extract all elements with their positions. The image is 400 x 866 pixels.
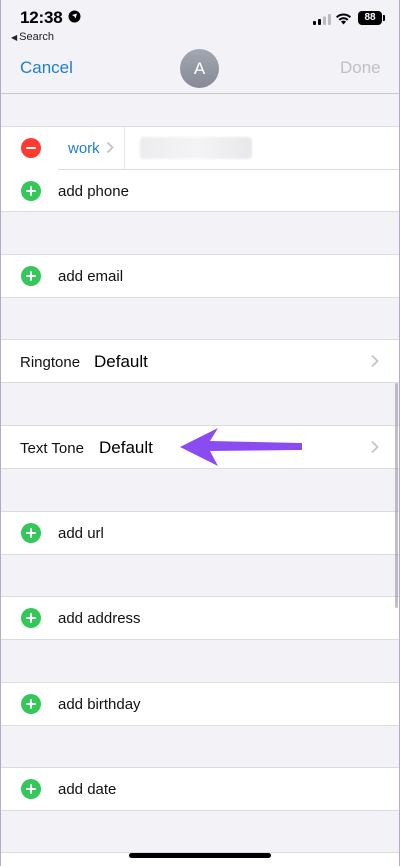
cellular-signal-icon — [313, 14, 331, 25]
ringtone-value: Default — [94, 352, 148, 371]
annotation-arrow-icon — [180, 428, 302, 466]
add-email-row[interactable]: add email — [0, 254, 400, 298]
scroll-indicator[interactable] — [395, 383, 398, 608]
done-button[interactable]: Done — [340, 58, 381, 78]
ringtone-row[interactable]: Ringtone Default — [0, 339, 400, 383]
ringtone-chevron-icon — [371, 354, 379, 368]
add-url-row[interactable]: add url — [0, 511, 400, 555]
phone-number-field[interactable] — [140, 137, 252, 159]
remove-phone-icon[interactable] — [21, 138, 41, 158]
phone-divider — [124, 127, 125, 169]
phone-type-chevron-icon — [106, 141, 114, 154]
ringtone-label: Ringtone — [20, 354, 81, 371]
text-tone-value: Default — [99, 438, 153, 457]
phone-row-separator — [58, 169, 400, 170]
add-email-label: add email — [58, 268, 124, 285]
add-email-icon[interactable] — [21, 266, 41, 286]
add-address-row[interactable]: add address — [0, 596, 400, 640]
text-tone-label: Text Tone — [20, 440, 84, 457]
status-bar: 12:38 ◀ Search 88 — [0, 0, 400, 46]
add-phone-label[interactable]: add phone — [58, 183, 129, 200]
add-address-icon[interactable] — [21, 608, 41, 628]
add-address-label: add address — [58, 610, 141, 627]
battery-nub — [383, 15, 385, 21]
wifi-icon — [336, 13, 351, 25]
contact-avatar[interactable]: A — [180, 49, 219, 88]
add-date-icon[interactable] — [21, 779, 41, 799]
location-icon — [68, 10, 81, 23]
text-tone-chevron-icon — [371, 440, 379, 454]
home-indicator[interactable] — [129, 853, 271, 858]
back-search-label: Search — [19, 31, 55, 43]
nav-bar: Cancel A Done — [0, 46, 400, 94]
add-url-icon[interactable] — [21, 523, 41, 543]
add-date-row[interactable]: add date — [0, 767, 400, 811]
battery-indicator: 88 — [358, 11, 382, 25]
status-time: 12:38 — [20, 8, 63, 27]
phone-type-label[interactable]: work — [68, 140, 100, 157]
add-date-label: add date — [58, 781, 117, 798]
cancel-button[interactable]: Cancel — [20, 58, 73, 78]
back-to-search-link[interactable]: ◀ Search — [11, 31, 54, 43]
add-birthday-icon[interactable] — [21, 694, 41, 714]
back-triangle-icon: ◀ — [11, 33, 18, 42]
add-phone-icon[interactable] — [21, 181, 41, 201]
phone-section: work add phone — [0, 126, 400, 212]
add-url-label: add url — [58, 525, 104, 542]
add-birthday-label: add birthday — [58, 696, 141, 713]
add-birthday-row[interactable]: add birthday — [0, 682, 400, 726]
